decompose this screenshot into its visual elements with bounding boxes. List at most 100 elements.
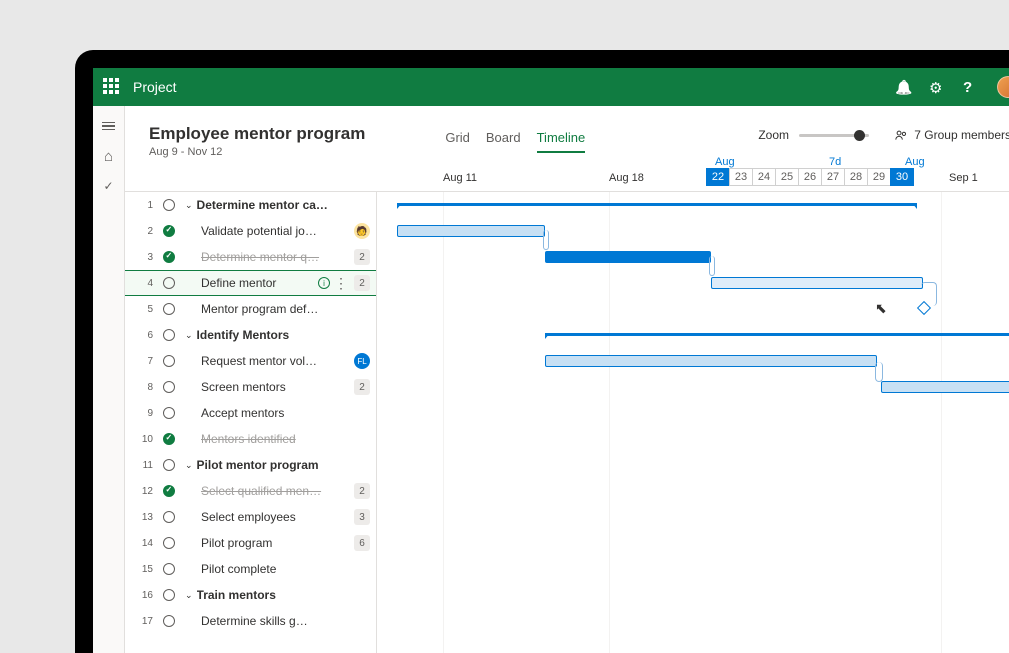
complete-toggle[interactable] [163,589,175,601]
task-row[interactable]: 6⌄Identify Mentors [125,322,376,348]
complete-toggle[interactable] [163,563,175,575]
task-name: Select qualified men… [201,484,354,498]
dependency-link [921,282,937,306]
date-pill[interactable]: 30 [890,168,914,186]
help-icon[interactable] [963,79,979,95]
task-row[interactable]: 5Mentor program def… [125,296,376,322]
complete-toggle[interactable] [163,459,175,471]
complete-toggle[interactable] [163,381,175,393]
gantt-bar[interactable] [881,381,1009,393]
date-pill[interactable]: 29 [867,168,891,186]
project-header: Employee mentor program Aug 9 - Nov 12 G… [125,106,1009,192]
complete-toggle[interactable] [163,485,175,497]
gantt-chart[interactable]: ⬉ [377,192,1009,653]
task-row[interactable]: 3Determine mentor q…2 [125,244,376,270]
info-icon[interactable]: i [318,277,330,289]
expand-icon[interactable]: ⌄ [185,200,193,211]
resource-badge[interactable]: 2 [354,275,370,291]
task-row[interactable]: 11⌄Pilot mentor program [125,452,376,478]
tasks-icon[interactable] [101,178,117,194]
task-name: Define mentor [201,276,318,290]
expand-icon[interactable]: ⌄ [185,330,193,341]
row-number: 14 [135,538,153,549]
date-pill[interactable]: 24 [752,168,776,186]
gantt-bar[interactable] [711,277,923,289]
date-pill[interactable]: 26 [798,168,822,186]
date-pill[interactable]: 27 [821,168,845,186]
dependency-link [543,230,549,250]
task-row[interactable]: 1⌄Determine mentor ca… [125,192,376,218]
resource-badge[interactable]: 6 [354,535,370,551]
task-row[interactable]: 15Pilot complete [125,556,376,582]
more-icon[interactable]: ⋮ [334,276,348,290]
row-number: 2 [135,226,153,237]
resource-badge[interactable]: 2 [354,483,370,499]
row-number: 17 [135,616,153,627]
complete-toggle[interactable] [163,303,175,315]
settings-icon[interactable] [929,79,945,95]
resource-badge[interactable]: FL [354,353,370,369]
ruler-date-label: Aug 11 [443,172,477,184]
user-avatar[interactable] [997,76,1009,98]
group-members-button[interactable]: 7 Group members [895,128,1009,142]
tab-grid[interactable]: Grid [445,130,470,153]
complete-toggle[interactable] [163,329,175,341]
expand-icon[interactable]: ⌄ [185,460,193,471]
row-number: 12 [135,486,153,497]
complete-toggle[interactable] [163,355,175,367]
resource-badge[interactable]: 2 [354,249,370,265]
task-row[interactable]: 12 Select qualified men…2 [125,478,376,504]
gantt-bar[interactable] [545,333,1009,336]
complete-toggle[interactable] [163,251,175,263]
resource-badge[interactable]: 2 [354,379,370,395]
date-pill[interactable]: 22 [706,168,730,186]
date-pill[interactable]: 28 [844,168,868,186]
complete-toggle[interactable] [163,277,175,289]
task-row[interactable]: 16⌄Train mentors [125,582,376,608]
gantt-bar[interactable] [397,203,917,206]
task-name: Validate potential jo… [201,224,354,238]
task-row[interactable]: 17 Determine skills g… [125,608,376,634]
expand-icon[interactable]: ⌄ [185,590,193,601]
assignee-avatar[interactable]: 🧑 [354,223,370,239]
task-row[interactable]: 10Mentors identified [125,426,376,452]
row-number: 16 [135,590,153,601]
app-launcher-icon[interactable] [103,78,121,96]
task-row[interactable]: 7Request mentor vol…FL [125,348,376,374]
view-tabs: Grid Board Timeline [445,130,585,153]
complete-toggle[interactable] [163,537,175,549]
task-row[interactable]: 2 Validate potential jo…🧑 [125,218,376,244]
row-number: 7 [135,356,153,367]
gantt-bar[interactable] [397,225,545,237]
tab-board[interactable]: Board [486,130,521,153]
date-pill[interactable]: 25 [775,168,799,186]
ruler-date-label: Aug 18 [609,172,644,184]
complete-toggle[interactable] [163,225,175,237]
notifications-icon[interactable] [895,79,911,95]
home-icon[interactable] [101,148,117,164]
task-row[interactable]: 14Pilot program6 [125,530,376,556]
complete-toggle[interactable] [163,511,175,523]
complete-toggle[interactable] [163,433,175,445]
task-row[interactable]: 8Screen mentors2 [125,374,376,400]
complete-toggle[interactable] [163,615,175,627]
topbar: Project [93,68,1009,106]
task-row[interactable]: 13Select employees3 [125,504,376,530]
gantt-bar[interactable] [545,355,877,367]
task-name: Determine mentor q… [201,250,354,264]
complete-toggle[interactable] [163,407,175,419]
task-name: Mentor program def… [201,302,376,316]
task-name: Mentors identified [201,432,376,446]
gantt-bar[interactable] [545,251,711,263]
zoom-slider[interactable] [799,134,869,137]
task-row[interactable]: 4Define mentori⋮2 [125,270,376,296]
task-row[interactable]: 9Accept mentors [125,400,376,426]
menu-icon[interactable] [101,118,117,134]
complete-toggle[interactable] [163,199,175,211]
row-number: 13 [135,512,153,523]
task-name: Determine skills g… [201,614,376,628]
tab-timeline[interactable]: Timeline [537,130,586,153]
resource-badge[interactable]: 3 [354,509,370,525]
date-pill[interactable]: 23 [729,168,753,186]
zoom-control[interactable]: Zoom [758,128,869,142]
